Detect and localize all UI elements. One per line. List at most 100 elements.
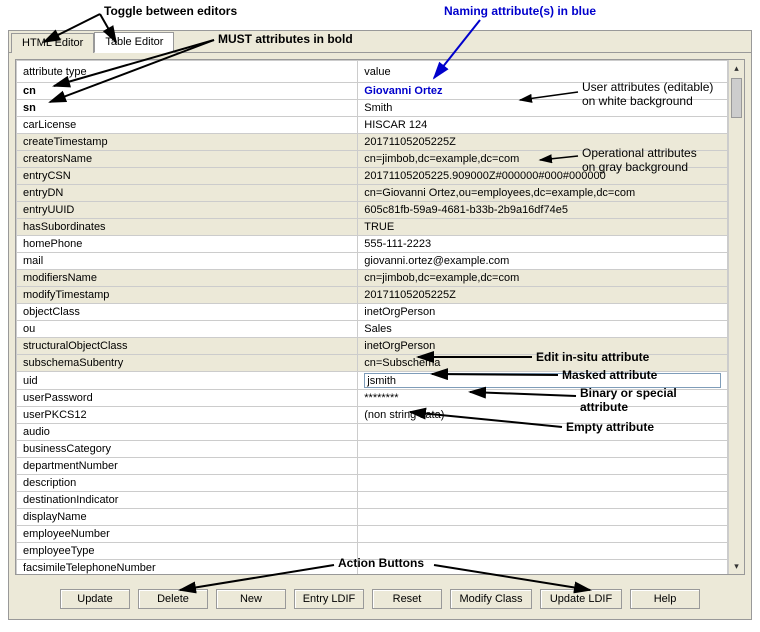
table-row[interactable]: departmentNumber xyxy=(17,458,728,475)
attr-name-cell[interactable]: ou xyxy=(17,321,358,338)
attr-name-cell[interactable]: modifiersName xyxy=(17,270,358,287)
attr-value-cell[interactable]: 555-111-2223 xyxy=(358,236,728,253)
attr-name-cell[interactable]: subschemaSubentry xyxy=(17,355,358,372)
attr-value-cell[interactable] xyxy=(358,560,728,576)
table-row[interactable]: snSmith xyxy=(17,100,728,117)
attr-name-cell[interactable]: businessCategory xyxy=(17,441,358,458)
table-row[interactable]: objectClassinetOrgPerson xyxy=(17,304,728,321)
scroll-up-icon[interactable]: ▴ xyxy=(729,60,744,76)
attr-value-cell[interactable]: ******** xyxy=(358,390,728,407)
table-row[interactable]: userPKCS12(non string data) xyxy=(17,407,728,424)
attr-name-cell[interactable]: employeeType xyxy=(17,543,358,560)
attr-name-cell[interactable]: entryCSN xyxy=(17,168,358,185)
attr-name-cell[interactable]: uid xyxy=(17,372,358,390)
attr-value-cell[interactable]: cn=jimbob,dc=example,dc=com xyxy=(358,151,728,168)
attr-value-cell[interactable]: (non string data) xyxy=(358,407,728,424)
attr-name-cell[interactable]: departmentNumber xyxy=(17,458,358,475)
attr-value-cell[interactable]: cn=Giovanni Ortez,ou=employees,dc=exampl… xyxy=(358,185,728,202)
update-button[interactable]: Update xyxy=(60,589,130,609)
table-row[interactable]: displayName xyxy=(17,509,728,526)
table-row[interactable]: mailgiovanni.ortez@example.com xyxy=(17,253,728,270)
attr-value-cell[interactable] xyxy=(358,424,728,441)
attr-value-cell[interactable]: Smith xyxy=(358,100,728,117)
inline-edit-input[interactable] xyxy=(364,373,721,388)
scroll-down-icon[interactable]: ▾ xyxy=(729,558,744,574)
attr-name-cell[interactable]: employeeNumber xyxy=(17,526,358,543)
attr-value-cell[interactable]: Giovanni Ortez xyxy=(358,83,728,100)
table-row[interactable]: creatorsNamecn=jimbob,dc=example,dc=com xyxy=(17,151,728,168)
attr-name-cell[interactable]: userPassword xyxy=(17,390,358,407)
entry-ldif-button[interactable]: Entry LDIF xyxy=(294,589,364,609)
table-row[interactable]: businessCategory xyxy=(17,441,728,458)
tab-html-editor[interactable]: HTML Editor xyxy=(11,33,94,53)
vertical-scrollbar[interactable]: ▴ ▾ xyxy=(728,60,744,574)
reset-button[interactable]: Reset xyxy=(372,589,442,609)
attr-value-cell[interactable]: TRUE xyxy=(358,219,728,236)
attr-name-cell[interactable]: cn xyxy=(17,83,358,100)
table-row[interactable]: createTimestamp20171105205225Z xyxy=(17,134,728,151)
attr-value-cell[interactable]: giovanni.ortez@example.com xyxy=(358,253,728,270)
attr-value-cell[interactable]: HISCAR 124 xyxy=(358,117,728,134)
attr-value-cell[interactable] xyxy=(358,372,728,390)
attr-value-cell[interactable]: 20171105205225Z xyxy=(358,287,728,304)
attr-value-cell[interactable] xyxy=(358,543,728,560)
table-row[interactable]: ouSales xyxy=(17,321,728,338)
table-row[interactable]: carLicenseHISCAR 124 xyxy=(17,117,728,134)
attr-value-cell[interactable]: 20171105205225.909000Z#000000#000#000000 xyxy=(358,168,728,185)
table-row[interactable]: facsimileTelephoneNumber xyxy=(17,560,728,576)
attr-value-cell[interactable]: Sales xyxy=(358,321,728,338)
attr-value-cell[interactable] xyxy=(358,475,728,492)
delete-button[interactable]: Delete xyxy=(138,589,208,609)
attr-name-cell[interactable]: entryDN xyxy=(17,185,358,202)
attr-value-cell[interactable] xyxy=(358,492,728,509)
table-row[interactable]: subschemaSubentrycn=Subschema xyxy=(17,355,728,372)
table-row[interactable]: uid xyxy=(17,372,728,390)
attr-name-cell[interactable]: sn xyxy=(17,100,358,117)
attr-name-cell[interactable]: displayName xyxy=(17,509,358,526)
attr-name-cell[interactable]: objectClass xyxy=(17,304,358,321)
attr-value-cell[interactable]: inetOrgPerson xyxy=(358,338,728,355)
attr-name-cell[interactable]: carLicense xyxy=(17,117,358,134)
table-row[interactable]: destinationIndicator xyxy=(17,492,728,509)
col-header-val[interactable]: value xyxy=(358,61,728,83)
attr-value-cell[interactable] xyxy=(358,526,728,543)
attr-value-cell[interactable] xyxy=(358,509,728,526)
attr-name-cell[interactable]: audio xyxy=(17,424,358,441)
table-row[interactable]: modifyTimestamp20171105205225Z xyxy=(17,287,728,304)
attr-name-cell[interactable]: modifyTimestamp xyxy=(17,287,358,304)
table-row[interactable]: homePhone555-111-2223 xyxy=(17,236,728,253)
attr-value-cell[interactable]: 605c81fb-59a9-4681-b33b-2b9a16df74e5 xyxy=(358,202,728,219)
attr-name-cell[interactable]: createTimestamp xyxy=(17,134,358,151)
table-row[interactable]: employeeNumber xyxy=(17,526,728,543)
attr-value-cell[interactable]: inetOrgPerson xyxy=(358,304,728,321)
attr-value-cell[interactable]: 20171105205225Z xyxy=(358,134,728,151)
table-row[interactable]: description xyxy=(17,475,728,492)
attr-name-cell[interactable]: destinationIndicator xyxy=(17,492,358,509)
attr-name-cell[interactable]: description xyxy=(17,475,358,492)
table-row[interactable]: entryDNcn=Giovanni Ortez,ou=employees,dc… xyxy=(17,185,728,202)
attr-name-cell[interactable]: facsimileTelephoneNumber xyxy=(17,560,358,576)
attr-value-cell[interactable]: cn=Subschema xyxy=(358,355,728,372)
help-button[interactable]: Help xyxy=(630,589,700,609)
table-row[interactable]: userPassword******** xyxy=(17,390,728,407)
table-row[interactable]: entryUUID605c81fb-59a9-4681-b33b-2b9a16d… xyxy=(17,202,728,219)
attr-name-cell[interactable]: entryUUID xyxy=(17,202,358,219)
attr-name-cell[interactable]: structuralObjectClass xyxy=(17,338,358,355)
attr-name-cell[interactable]: creatorsName xyxy=(17,151,358,168)
table-row[interactable]: entryCSN20171105205225.909000Z#000000#00… xyxy=(17,168,728,185)
scroll-thumb[interactable] xyxy=(731,78,742,118)
table-row[interactable]: cnGiovanni Ortez xyxy=(17,83,728,100)
attr-value-cell[interactable] xyxy=(358,458,728,475)
tab-table-editor[interactable]: Table Editor xyxy=(94,32,174,53)
new-button[interactable]: New xyxy=(216,589,286,609)
table-row[interactable]: audio xyxy=(17,424,728,441)
modify-class-button[interactable]: Modify Class xyxy=(450,589,532,609)
table-row[interactable]: structuralObjectClassinetOrgPerson xyxy=(17,338,728,355)
table-row[interactable]: hasSubordinatesTRUE xyxy=(17,219,728,236)
table-row[interactable]: employeeType xyxy=(17,543,728,560)
attr-value-cell[interactable]: cn=jimbob,dc=example,dc=com xyxy=(358,270,728,287)
col-header-attr[interactable]: attribute type xyxy=(17,61,358,83)
attr-value-cell[interactable] xyxy=(358,441,728,458)
attr-name-cell[interactable]: mail xyxy=(17,253,358,270)
table-row[interactable]: modifiersNamecn=jimbob,dc=example,dc=com xyxy=(17,270,728,287)
